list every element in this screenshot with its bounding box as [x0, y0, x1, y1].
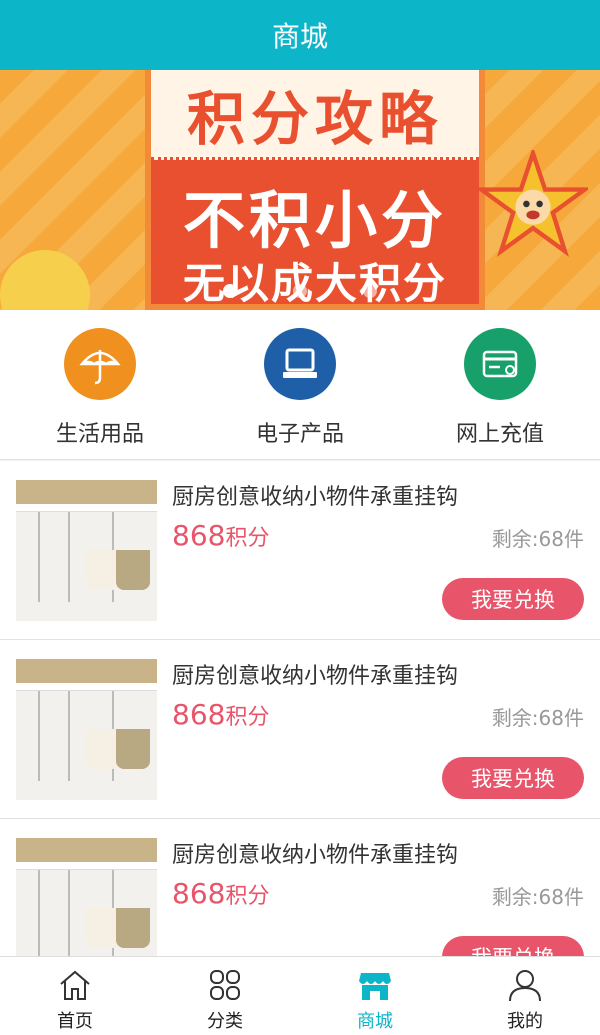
star-mascot-icon — [478, 150, 588, 257]
stock-remaining: 剩余:68件 — [491, 885, 584, 909]
moon-decoration — [0, 250, 90, 310]
tab-category[interactable]: 分类 — [150, 957, 300, 1035]
banner-title: 积分攻略 — [186, 84, 443, 153]
product-price: 868积分 — [172, 877, 269, 910]
redeem-button[interactable]: 我要兑换 — [442, 757, 584, 799]
home-icon — [60, 970, 90, 1000]
carousel-dot[interactable] — [293, 284, 307, 298]
tab-label: 首页 — [57, 1011, 93, 1032]
tab-mine[interactable]: 我的 — [450, 957, 600, 1035]
category-label: 电子产品 — [255, 422, 344, 447]
banner-slogan-2: 无以成大积分 — [182, 259, 447, 308]
product-title[interactable]: 厨房创意收纳小物件承重挂钩 — [172, 479, 458, 511]
product-image[interactable] — [16, 838, 157, 956]
bottom-tab-bar: 首页 分类 商城 我的 — [0, 956, 600, 1035]
product-title[interactable]: 厨房创意收纳小物件承重挂钩 — [172, 837, 458, 869]
product-item[interactable]: 厨房创意收纳小物件承重挂钩 868积分 剩余:68件 我要兑换 — [0, 819, 600, 956]
product-price: 868积分 — [172, 519, 269, 552]
carousel-dot[interactable] — [223, 284, 237, 298]
redeem-button[interactable]: 我要兑换 — [442, 936, 584, 956]
computer-icon — [264, 328, 336, 400]
price-unit: 积分 — [225, 526, 270, 551]
price-value: 868 — [172, 519, 226, 552]
tab-label: 我的 — [507, 1011, 543, 1032]
product-title[interactable]: 厨房创意收纳小物件承重挂钩 — [172, 658, 458, 690]
category-recharge[interactable]: 网上充值 — [400, 310, 600, 459]
shop-icon — [359, 973, 391, 1000]
user-icon — [509, 970, 541, 1002]
product-list[interactable]: 厨房创意收纳小物件承重挂钩 868积分 剩余:68件 我要兑换 厨房创意收纳小物… — [0, 461, 600, 956]
product-image[interactable] — [16, 480, 157, 621]
app-header: 商城 — [0, 0, 600, 70]
product-price: 868积分 — [172, 698, 269, 731]
promo-banner[interactable]: 积分攻略 不积小分 无以成大积分 — [0, 70, 600, 310]
category-label: 网上充值 — [455, 422, 544, 447]
product-item[interactable]: 厨房创意收纳小物件承重挂钩 868积分 剩余:68件 我要兑换 — [0, 640, 600, 819]
carousel-dot[interactable] — [363, 284, 377, 298]
price-unit: 积分 — [225, 705, 270, 730]
page-title: 商城 — [271, 20, 328, 53]
tab-home[interactable]: 首页 — [0, 957, 150, 1035]
category-daily-goods[interactable]: 生活用品 — [0, 310, 200, 459]
tab-label: 商城 — [357, 1011, 393, 1032]
product-image[interactable] — [16, 659, 157, 800]
category-icon — [210, 970, 240, 1000]
banner-title-area: 积分攻略 — [151, 70, 479, 160]
product-item[interactable]: 厨房创意收纳小物件承重挂钩 868积分 剩余:68件 我要兑换 — [0, 461, 600, 640]
price-value: 868 — [172, 877, 226, 910]
price-value: 868 — [172, 698, 226, 731]
category-electronics[interactable]: 电子产品 — [200, 310, 400, 459]
tab-label: 分类 — [207, 1011, 243, 1032]
category-label: 生活用品 — [55, 422, 144, 447]
banner-card: 积分攻略 不积小分 无以成大积分 — [145, 70, 485, 310]
price-unit: 积分 — [225, 884, 270, 909]
category-nav: 生活用品 电子产品 网上充值 — [0, 310, 600, 460]
banner-slogan-1: 不积小分 — [182, 184, 447, 257]
tab-shop[interactable]: 商城 — [300, 957, 450, 1035]
carousel-indicator — [0, 284, 600, 298]
stock-remaining: 剩余:68件 — [491, 706, 584, 730]
redeem-button[interactable]: 我要兑换 — [442, 578, 584, 620]
card-icon — [464, 328, 536, 400]
umbrella-icon — [64, 328, 136, 400]
stock-remaining: 剩余:68件 — [491, 527, 584, 551]
